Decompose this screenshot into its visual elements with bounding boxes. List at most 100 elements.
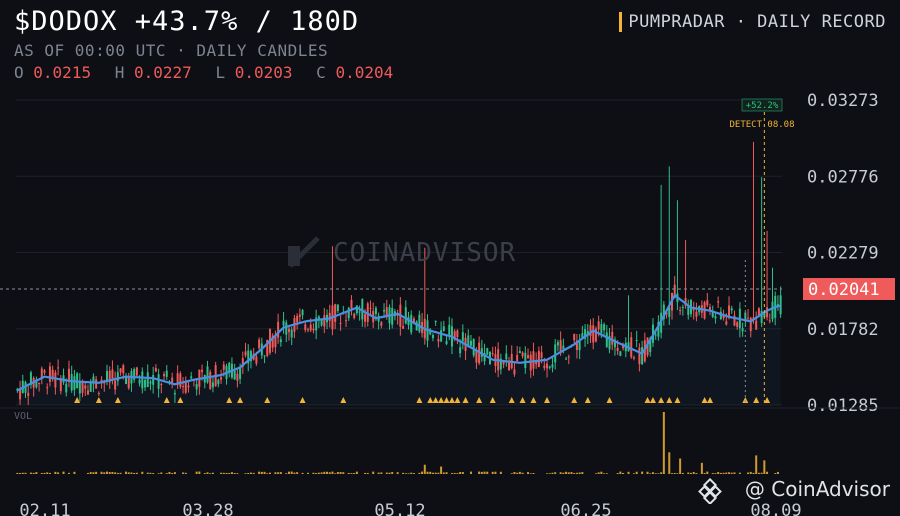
- volume-bar: [168, 471, 171, 474]
- candle-body: [258, 339, 261, 349]
- volume-bar: [353, 473, 356, 474]
- candle-body: [336, 304, 339, 312]
- candle-body: [279, 339, 282, 343]
- volume-bar: [233, 473, 236, 474]
- volume-bar: [426, 471, 429, 474]
- candle-body: [114, 380, 117, 390]
- candle-body: [768, 320, 771, 322]
- volume-bar: [350, 473, 353, 474]
- candle-body: [116, 372, 119, 382]
- volume-bar: [67, 472, 70, 474]
- volume-bar: [277, 472, 280, 474]
- candle-body: [638, 347, 641, 364]
- candle-body: [190, 376, 193, 379]
- volume-bar: [459, 471, 462, 474]
- volume-bar: [692, 472, 695, 474]
- volume-bar: [111, 471, 114, 474]
- volume-bar: [293, 472, 296, 474]
- volume-bar: [619, 471, 622, 474]
- volume-bar: [486, 471, 489, 474]
- candle-body: [461, 332, 464, 342]
- volume-bar: [483, 471, 486, 474]
- y-tick-label: 0.01782: [807, 320, 879, 340]
- candle-body: [358, 311, 361, 313]
- candle-body: [502, 361, 505, 365]
- credit-handle: @ CoinAdvisor: [744, 477, 890, 501]
- candle-body: [556, 342, 559, 346]
- volume-bar: [730, 472, 733, 474]
- candle-body: [573, 333, 576, 341]
- candle-body: [163, 374, 166, 377]
- volume-bar: [676, 473, 679, 474]
- volume-bar: [385, 472, 388, 474]
- candle-body: [282, 320, 285, 326]
- volume-bar: [516, 472, 519, 474]
- candle-body: [524, 352, 527, 369]
- volume-bar: [24, 472, 27, 474]
- volume-bar: [532, 472, 535, 474]
- candle-body: [619, 351, 622, 356]
- volume-bar: [198, 471, 201, 474]
- volume-bar: [757, 472, 760, 474]
- candle-body: [369, 307, 372, 309]
- volume-bar: [160, 472, 163, 474]
- candle-body: [537, 351, 540, 368]
- candle-body: [353, 313, 356, 318]
- volume-bar: [570, 472, 573, 474]
- candle-body: [747, 317, 750, 319]
- volume-bar: [706, 471, 709, 474]
- candle-body: [532, 351, 535, 369]
- volume-bar: [763, 460, 766, 474]
- volume-bar: [279, 472, 282, 474]
- volume-bar: [244, 473, 247, 474]
- volume-bar: [456, 473, 459, 474]
- candle-body: [179, 373, 182, 387]
- volume-bar: [203, 473, 206, 474]
- y-tick-label: 0.02776: [807, 167, 879, 187]
- candle-body: [86, 390, 89, 395]
- volume-bar: [29, 472, 32, 474]
- candle-body: [364, 314, 367, 322]
- volume-bar: [402, 472, 405, 474]
- volume-bar: [171, 473, 174, 474]
- candle-body: [217, 379, 220, 385]
- volume-bar: [274, 472, 277, 474]
- volume-bar: [366, 472, 369, 474]
- candle-body: [445, 341, 448, 345]
- candle-body: [81, 381, 84, 393]
- volume-bar: [228, 472, 231, 474]
- volume-bar: [603, 473, 606, 474]
- ohlc-readout: O 0.0215 H 0.0227 L 0.0203 C 0.0204: [14, 63, 407, 82]
- volume-bar: [258, 471, 261, 474]
- volume-bar: [581, 472, 584, 474]
- candle-body: [206, 366, 209, 383]
- candle-body: [138, 379, 141, 384]
- candle-body: [391, 308, 394, 325]
- candle-body: [681, 307, 684, 309]
- candle-body: [127, 376, 130, 389]
- candle-body: [97, 392, 100, 394]
- candle-body: [616, 347, 619, 352]
- volume-bar: [554, 472, 557, 474]
- candle-body: [111, 369, 114, 379]
- volume-bar: [317, 472, 320, 474]
- candle-body: [440, 330, 443, 342]
- volume-bar: [73, 471, 76, 474]
- volume-bar: [662, 412, 665, 474]
- candle-body: [442, 326, 445, 332]
- volume-bar: [421, 471, 424, 474]
- candle-body: [152, 375, 155, 385]
- candle-body: [171, 377, 174, 383]
- volume-bar: [342, 472, 345, 474]
- volume-bar: [146, 472, 149, 474]
- candle-body: [679, 310, 682, 312]
- volume-bar: [733, 472, 736, 474]
- candle-body: [404, 307, 407, 324]
- volume-bar: [301, 472, 304, 474]
- volume-bar: [149, 472, 152, 474]
- candle-body: [48, 366, 51, 382]
- candle-body: [543, 365, 546, 368]
- candle-body: [57, 367, 60, 369]
- x-tick-label: 02.11: [19, 501, 70, 516]
- volume-bar: [388, 472, 391, 474]
